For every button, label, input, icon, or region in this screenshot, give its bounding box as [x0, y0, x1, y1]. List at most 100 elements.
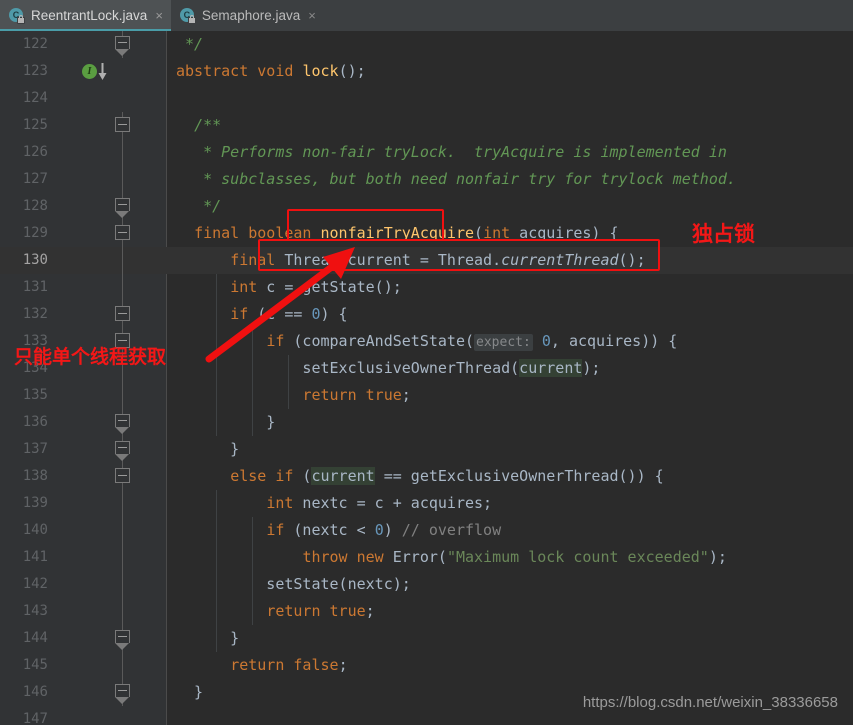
code-line-text: abstract void lock(); [176, 62, 366, 80]
close-icon[interactable]: × [308, 9, 316, 22]
line-number: 138 [22, 468, 48, 484]
fold-toggle-icon[interactable] [115, 630, 130, 650]
intellij-editor-window: C ReentrantLock.java × C Semaphore.java … [0, 0, 853, 725]
line-number: 128 [22, 198, 48, 214]
code-editor[interactable]: 122 */ 123 Iabstract void lock(); 124 125 /*… [0, 31, 853, 725]
line-number: 135 [22, 387, 48, 403]
editor-tab-semaphore[interactable]: C Semaphore.java × [171, 0, 324, 31]
line-number: 146 [22, 684, 48, 700]
lock-badge-icon [187, 15, 196, 24]
annotation-label-exclusive-lock: 独占锁 [692, 222, 755, 246]
code-line-text: final Thread current = Thread.currentThr… [230, 251, 646, 269]
fold-region-line [122, 544, 123, 571]
code-line-text: return false; [230, 656, 348, 674]
line-number: 137 [22, 441, 48, 457]
code-line-text: } [176, 413, 276, 431]
annotation-label-single-thread: 只能单个线程获取 [14, 346, 167, 368]
tab-bar-empty-space [324, 0, 853, 31]
code-line[interactable]: 140 if (nextc < 0) // overflow [0, 517, 853, 544]
code-line[interactable]: 122 */ [0, 31, 853, 58]
fold-region-line [122, 517, 123, 544]
fold-toggle-icon[interactable] [115, 36, 130, 56]
line-number: 145 [22, 657, 48, 673]
code-line[interactable]: 135 return true; [0, 382, 853, 409]
line-number: 130 [22, 252, 48, 268]
line-number: 143 [22, 603, 48, 619]
code-line[interactable]: 126 * Performs non-fair tryLock. tryAcqu… [0, 139, 853, 166]
code-line-text: else if (current == getExclusiveOwnerThr… [230, 467, 664, 485]
fold-region-line [122, 274, 123, 301]
line-number: 144 [22, 630, 48, 646]
code-line-text: throw new Error("Maximum lock count exce… [302, 548, 727, 566]
line-number: 136 [22, 414, 48, 430]
code-line-text: } [176, 683, 204, 701]
fold-region-line [122, 166, 123, 193]
code-line[interactable]: 141 throw new Error("Maximum lock count … [0, 544, 853, 571]
editor-tab-label: ReentrantLock.java [31, 8, 148, 23]
line-number: 129 [22, 225, 48, 241]
fold-region-line [122, 382, 123, 409]
code-line[interactable]: 132 if (c == 0) { [0, 301, 853, 328]
code-line-text: } [176, 629, 240, 647]
code-line[interactable]: 128 */ [0, 193, 853, 220]
code-line[interactable]: 136 } [0, 409, 853, 436]
line-number: 139 [22, 495, 48, 511]
line-number: 132 [22, 306, 48, 322]
line-number: 127 [22, 171, 48, 187]
line-number: 123 [22, 63, 48, 79]
code-line[interactable]: 123 Iabstract void lock(); [0, 58, 853, 85]
code-line[interactable]: 137 } [0, 436, 853, 463]
code-line-text: if (compareAndSetState(expect: 0, acquir… [266, 332, 678, 351]
code-line[interactable]: 139 int nextc = c + acquires; [0, 490, 853, 517]
code-line-list: 122 */ 123 Iabstract void lock(); 124 125 /*… [0, 31, 853, 725]
editor-tab-label: Semaphore.java [201, 8, 301, 23]
code-line-text: final boolean nonfairTryAcquire(int acqu… [194, 224, 619, 242]
fold-toggle-icon[interactable] [115, 225, 130, 240]
fold-region-line [122, 598, 123, 625]
java-class-locked-icon: C [179, 8, 196, 24]
code-line-text: setExclusiveOwnerThread(current); [176, 359, 601, 377]
code-line[interactable]: 144 } [0, 625, 853, 652]
code-line[interactable]: 125 /** [0, 112, 853, 139]
fold-toggle-icon[interactable] [115, 468, 130, 483]
editor-tab-reentrantlock[interactable]: C ReentrantLock.java × [0, 0, 171, 31]
fold-region-line [122, 139, 123, 166]
csdn-watermark: https://blog.csdn.net/weixin_38336658 [582, 694, 838, 711]
fold-region-line [122, 490, 123, 517]
code-line-text: } [176, 440, 240, 458]
fold-toggle-icon[interactable] [115, 414, 130, 434]
code-line-text: return true; [266, 602, 375, 620]
close-icon[interactable]: × [155, 9, 163, 22]
implementation-marker-icon[interactable]: I [82, 64, 97, 79]
code-line[interactable]: 124 [0, 85, 853, 112]
line-number: 141 [22, 549, 48, 565]
fold-toggle-icon[interactable] [115, 306, 130, 321]
line-number: 147 [22, 711, 48, 725]
fold-toggle-icon[interactable] [115, 198, 130, 218]
line-number: 131 [22, 279, 48, 295]
code-line[interactable]: 127 * subclasses, but both need nonfair … [0, 166, 853, 193]
code-line-text: /** [194, 116, 222, 134]
code-line-text: int nextc = c + acquires; [266, 494, 493, 512]
lock-badge-icon [17, 15, 25, 24]
code-line[interactable]: 138 else if (current == getExclusiveOwne… [0, 463, 853, 490]
code-line[interactable]: 142 setState(nextc); [0, 571, 853, 598]
code-line[interactable]: 145 return false; [0, 652, 853, 679]
fold-toggle-icon[interactable] [115, 441, 130, 461]
code-line-text: if (nextc < 0) // overflow [266, 521, 502, 539]
code-line-text: return true; [302, 386, 411, 404]
code-line[interactable]: 130 final Thread current = Thread.curren… [0, 247, 853, 274]
editor-tab-bar: C ReentrantLock.java × C Semaphore.java … [0, 0, 853, 31]
java-class-locked-icon: C [9, 8, 25, 24]
code-line[interactable]: 131 int c = getState(); [0, 274, 853, 301]
fold-region-line [122, 652, 123, 679]
fold-toggle-icon[interactable] [115, 684, 130, 704]
code-line-text: setState(nextc); [176, 575, 411, 593]
line-number: 126 [22, 144, 48, 160]
line-number: 124 [22, 90, 48, 106]
arrow-down-icon [98, 63, 107, 80]
fold-toggle-icon[interactable] [115, 117, 130, 132]
code-line-text: * Performs non-fair tryLock. tryAcquire … [203, 143, 727, 161]
code-line[interactable]: 143 return true; [0, 598, 853, 625]
code-line-text: * subclasses, but both need nonfair try … [203, 170, 736, 188]
